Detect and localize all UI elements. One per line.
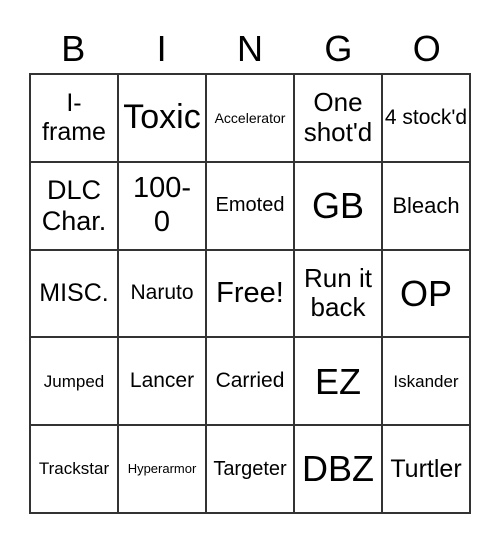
cell-text: EZ [314,360,361,402]
bingo-header: B I N G O [29,26,471,72]
cell-text: DBZ [302,448,374,490]
cell-text: Trackstar [38,459,110,479]
cell-text: Targeter [213,457,287,480]
header-letter-n: N [236,28,263,69]
cell-text: 100- 0 [132,172,192,238]
bingo-cell[interactable]: Bleach [382,161,470,250]
bingo-cell[interactable]: Toxic [118,74,206,162]
bingo-cell[interactable]: Emoted [206,161,294,250]
bingo-cell[interactable]: DLC Char. [30,161,118,250]
cell-text: Naruto [130,281,194,305]
cell-text: Toxic [123,98,201,137]
header-letter-g: G [324,28,353,69]
cell-text: Iskander [393,371,459,391]
bingo-cell[interactable]: I- frame [30,74,118,162]
bingo-cell[interactable]: DBZ [294,425,382,513]
cell-text: Free! [216,276,284,309]
cell-text: Lancer [129,369,195,393]
bingo-cell[interactable]: Lancer [118,337,206,426]
bingo-cell[interactable]: EZ [294,337,382,426]
bingo-cell[interactable]: Accelerator [206,74,294,162]
cell-text: DLC Char. [41,174,107,236]
cell-text: Emoted [215,194,285,217]
bingo-cell[interactable]: Turtler [382,425,470,513]
cell-text: Bleach [392,193,460,219]
header-letter-b: B [61,28,86,69]
cell-text: GB [311,185,364,226]
cell-text: MISC. [39,279,109,308]
cell-text: I- frame [42,89,106,146]
bingo-cell[interactable]: Carried [206,337,294,426]
bingo-cell[interactable]: GB [294,161,382,250]
bingo-cell[interactable]: MISC. [30,249,118,338]
cell-text: Hyperarmor [127,460,197,476]
bingo-cell[interactable]: 100- 0 [118,161,206,250]
cell-text: Carried [215,369,285,393]
bingo-grid: I- frame Toxic Accelerator One shot'd 4 … [29,73,471,514]
bingo-cell[interactable]: Hyperarmor [118,425,206,513]
bingo-cell[interactable]: Run it back [294,249,382,338]
cell-text: 4 stock'd [384,105,468,129]
bingo-cell[interactable]: OP [382,249,470,338]
cell-text: Run it back [304,262,372,323]
header-letter-i: I [156,28,167,69]
bingo-cell[interactable]: Trackstar [30,425,118,513]
bingo-cell[interactable]: 4 stock'd [382,74,470,162]
bingo-cell[interactable]: Iskander [382,337,470,426]
cell-text: One shot'd [303,87,373,147]
bingo-cell[interactable]: Targeter [206,425,294,513]
bingo-cell[interactable]: Naruto [118,249,206,338]
cell-text: OP [399,272,452,314]
bingo-cell[interactable]: One shot'd [294,74,382,162]
bingo-cell[interactable]: Jumped [30,337,118,426]
free-space-cell[interactable]: Free! [206,249,294,338]
cell-text: Jumped [43,371,105,391]
cell-text: Turtler [390,454,462,483]
cell-text: Accelerator [214,109,286,126]
header-letter-o: O [412,28,441,69]
